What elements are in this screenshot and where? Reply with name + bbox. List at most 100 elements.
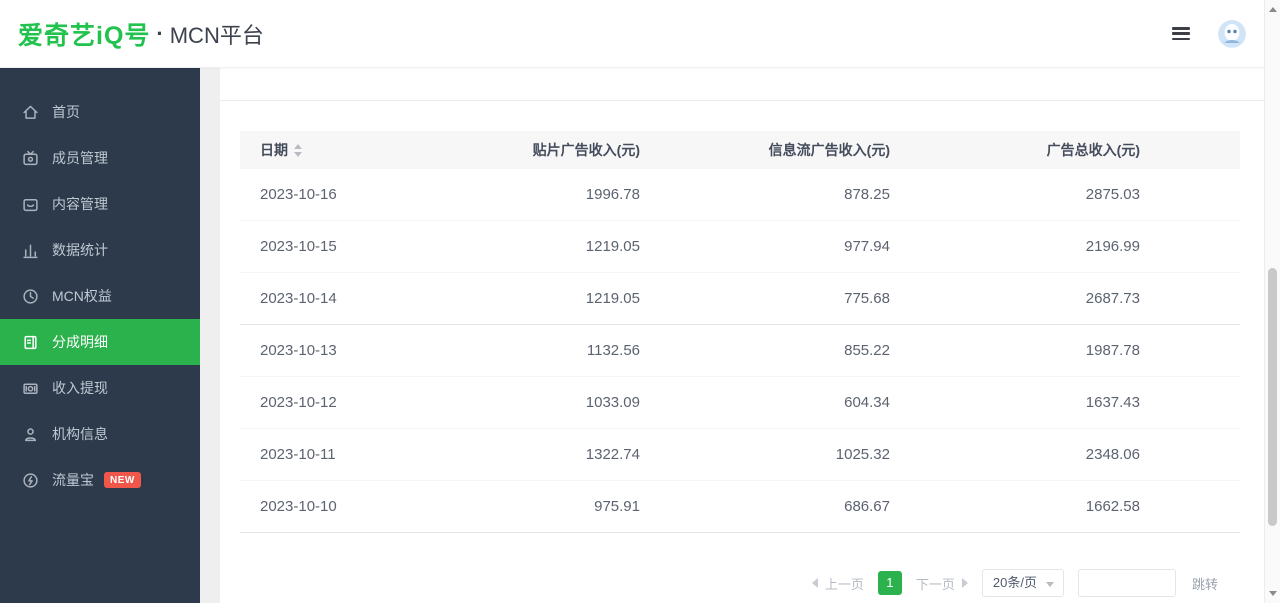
date-cell: 2023-10-10 — [240, 498, 390, 515]
sidebar-item-label: 机构信息 — [52, 424, 108, 444]
revenue-cell: 977.94 — [640, 238, 890, 255]
date-cell: 2023-10-16 — [240, 186, 390, 203]
column-header-feed-revenue: 信息流广告收入(元) — [640, 140, 890, 160]
logo-secondary-text: MCN平台 — [170, 18, 264, 50]
app-logo[interactable]: 爱奇艺iQ号 · MCN平台 — [18, 16, 264, 52]
vertical-scrollbar[interactable] — [1264, 0, 1280, 603]
content-panel: 日期 贴片广告收入(元) 信息流广告收入(元) 广告总收入(元) 2023-10… — [220, 100, 1264, 603]
revenue-cell: 855.22 — [640, 342, 890, 359]
sidebar-item-share-detail[interactable]: 分成明细 — [0, 319, 200, 365]
sidebar-item-stats[interactable]: 数据统计 — [0, 227, 200, 273]
caret-right-icon — [962, 578, 968, 588]
caret-left-icon — [812, 578, 818, 588]
revenue-cell: 2875.03 — [890, 186, 1140, 203]
compass-icon — [22, 472, 39, 489]
revenue-cell: 604.34 — [640, 394, 890, 411]
date-cell: 2023-10-11 — [240, 446, 390, 463]
scroll-down-icon[interactable] — [1269, 591, 1277, 596]
column-header-date[interactable]: 日期 — [240, 140, 390, 160]
bar-chart-icon — [22, 242, 39, 259]
revenue-cell: 1219.05 — [390, 290, 640, 307]
table-row: 2023-10-111322.741025.322348.06 — [240, 429, 1240, 481]
scroll-up-icon[interactable] — [1269, 7, 1277, 12]
revenue-cell: 2687.73 — [890, 290, 1140, 307]
sidebar-item-mcn-rights[interactable]: MCN权益 — [0, 273, 200, 319]
revenue-table: 日期 贴片广告收入(元) 信息流广告收入(元) 广告总收入(元) 2023-10… — [240, 131, 1240, 533]
page-number-1[interactable]: 1 — [878, 571, 902, 595]
logo-separator: · — [156, 21, 163, 47]
column-header-total-revenue: 广告总收入(元) — [890, 140, 1140, 160]
revenue-cell: 1025.32 — [640, 446, 890, 463]
revenue-cell: 1987.78 — [890, 342, 1140, 359]
logo-primary-text: 爱奇艺iQ号 — [18, 16, 150, 52]
ledger-icon — [22, 334, 39, 351]
header-actions — [1172, 20, 1246, 48]
date-cell: 2023-10-14 — [240, 290, 390, 307]
sort-icon[interactable] — [294, 144, 302, 157]
date-cell: 2023-10-15 — [240, 238, 390, 255]
revenue-cell: 1322.74 — [390, 446, 640, 463]
members-icon — [22, 150, 39, 167]
jump-label: 跳转 — [1192, 574, 1218, 593]
column-header-label: 日期 — [260, 140, 288, 160]
sidebar-item-members[interactable]: 成员管理 — [0, 135, 200, 181]
table-body: 2023-10-161996.78878.252875.032023-10-15… — [240, 169, 1240, 533]
revenue-cell: 686.67 — [640, 498, 890, 515]
table-header-row: 日期 贴片广告收入(元) 信息流广告收入(元) 广告总收入(元) — [240, 131, 1240, 169]
table-row: 2023-10-141219.05775.682687.73 — [240, 273, 1240, 325]
sidebar-item-label: 分成明细 — [52, 332, 108, 352]
table-row: 2023-10-161996.78878.252875.03 — [240, 169, 1240, 221]
revenue-cell: 2196.99 — [890, 238, 1140, 255]
sidebar-item-label: 数据统计 — [52, 240, 108, 260]
person-icon — [22, 426, 39, 443]
date-cell: 2023-10-12 — [240, 394, 390, 411]
sidebar-item-home[interactable]: 首页 — [0, 89, 200, 135]
chevron-down-icon — [1046, 582, 1054, 587]
sidebar-item-traffic[interactable]: 流量宝 NEW — [0, 457, 200, 503]
next-page-button[interactable]: 下一页 — [916, 574, 968, 593]
revenue-cell: 1219.05 — [390, 238, 640, 255]
revenue-cell: 775.68 — [640, 290, 890, 307]
sidebar-item-org-info[interactable]: 机构信息 — [0, 411, 200, 457]
content-icon — [22, 196, 39, 213]
table-row: 2023-10-10975.91686.671662.58 — [240, 481, 1240, 533]
table-row: 2023-10-121033.09604.341637.43 — [240, 377, 1240, 429]
scrollbar-thumb[interactable] — [1268, 268, 1277, 526]
sidebar-item-label: 内容管理 — [52, 194, 108, 214]
revenue-cell: 1662.58 — [890, 498, 1140, 515]
sidebar: 首页成员管理内容管理数据统计 MCN权益分成明细收入提现机构信息流量宝 NEW — [0, 68, 200, 603]
user-avatar[interactable] — [1218, 20, 1246, 48]
top-header: 爱奇艺iQ号 · MCN平台 — [0, 0, 1280, 68]
table-row: 2023-10-131132.56855.221987.78 — [240, 325, 1240, 377]
home-icon — [22, 104, 39, 121]
sidebar-item-label: MCN权益 — [52, 286, 112, 306]
sidebar-item-label: 成员管理 — [52, 148, 108, 168]
revenue-cell: 878.25 — [640, 186, 890, 203]
menu-icon[interactable] — [1172, 27, 1190, 40]
revenue-cell: 2348.06 — [890, 446, 1140, 463]
sidebar-item-content[interactable]: 内容管理 — [0, 181, 200, 227]
revenue-cell: 1996.78 — [390, 186, 640, 203]
revenue-cell: 1637.43 — [890, 394, 1140, 411]
content-gutter — [200, 68, 220, 603]
section-divider — [220, 100, 1264, 101]
sidebar-item-label: 流量宝 — [52, 470, 94, 490]
avatar-mascot-icon — [1218, 20, 1246, 48]
main-content: 日期 贴片广告收入(元) 信息流广告收入(元) 广告总收入(元) 2023-10… — [200, 68, 1264, 603]
jump-page-input[interactable] — [1078, 569, 1176, 597]
date-cell: 2023-10-13 — [240, 342, 390, 359]
prev-page-label: 上一页 — [825, 574, 864, 593]
page-size-select[interactable]: 20条/页 — [982, 569, 1064, 597]
revenue-cell: 1033.09 — [390, 394, 640, 411]
banknote-icon — [22, 380, 39, 397]
revenue-cell: 1132.56 — [390, 342, 640, 359]
revenue-cell: 975.91 — [390, 498, 640, 515]
new-badge: NEW — [104, 472, 141, 488]
table-row: 2023-10-151219.05977.942196.99 — [240, 221, 1240, 273]
sidebar-item-label: 收入提现 — [52, 378, 108, 398]
sidebar-item-withdraw[interactable]: 收入提现 — [0, 365, 200, 411]
prev-page-button[interactable]: 上一页 — [812, 574, 864, 593]
page: 爱奇艺iQ号 · MCN平台 首页成员管理内容管理数据统计 MCN权益分成明细收入… — [0, 0, 1280, 603]
next-page-label: 下一页 — [916, 574, 955, 593]
page-size-value: 20条/页 — [993, 575, 1037, 590]
